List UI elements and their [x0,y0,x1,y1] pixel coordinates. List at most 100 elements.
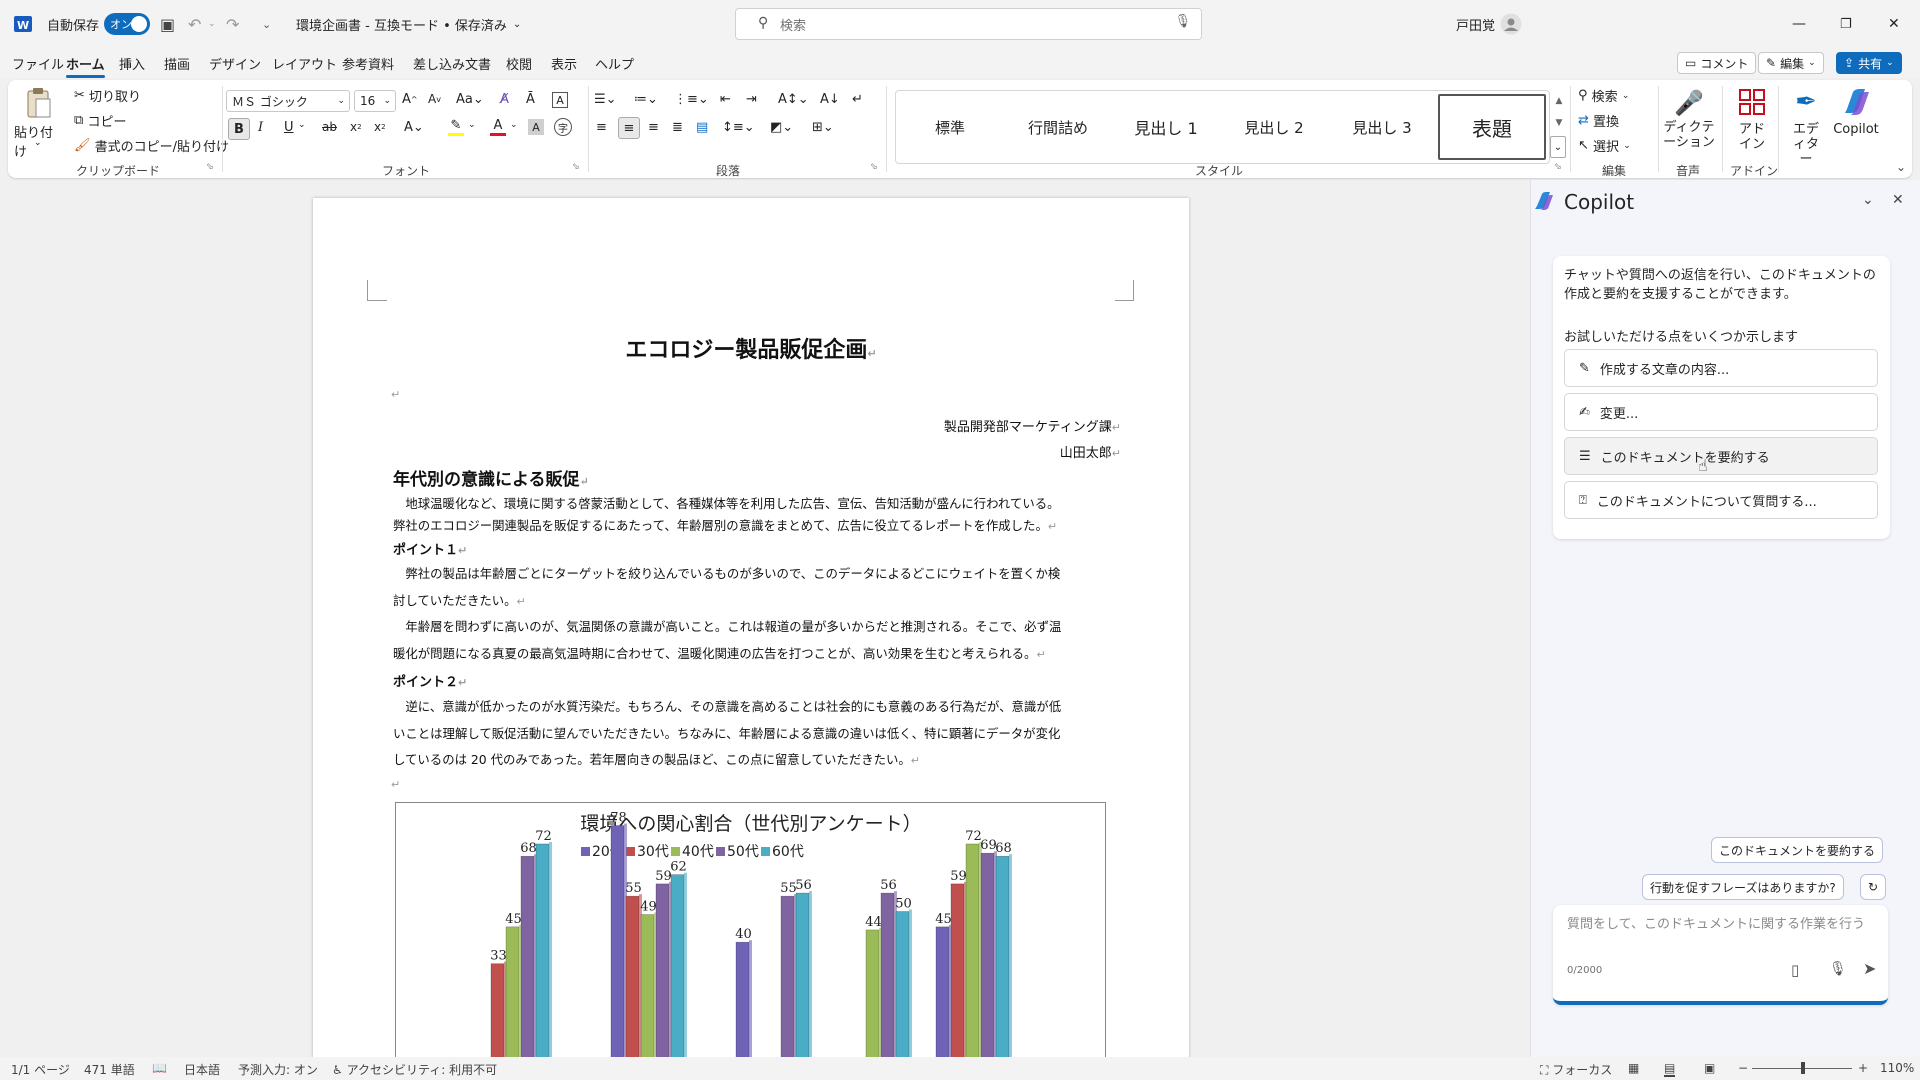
customize-qat-icon[interactable]: ⌄ [262,0,271,48]
paragraph-line[interactable]: 暖化が問題になる真夏の最高気温時期に合わせて、温暖化関連の広告を打つことが、高い… [393,644,1046,662]
chevron-down-icon[interactable]: ⌄ [510,120,518,130]
paragraph-line[interactable]: 地球温暖化など、環境に関する啓蒙活動として、各種媒体等を利用した広告、宣伝、告知… [393,494,1059,512]
dialog-launcher-icon[interactable]: ⬂ [1554,162,1562,172]
page-count[interactable]: 1/1 ページ [11,1061,70,1078]
tab-view[interactable]: 表示 [551,54,577,73]
tab-review[interactable]: 校閲 [506,54,532,73]
prompt-guide-icon[interactable]: ▯ [1791,961,1799,979]
sort-icon[interactable]: A↓ [820,92,840,107]
font-color-icon[interactable]: A [490,118,506,136]
edit-mode-button[interactable]: ✎ 編集 ⌄ [1758,52,1824,74]
bold-icon[interactable]: B [228,118,250,140]
enclose-characters-icon[interactable]: 字 [554,118,572,136]
tab-references[interactable]: 参考資料 [342,54,394,73]
gallery-down-icon[interactable]: ▼ [1552,112,1566,134]
suggestion-change[interactable]: ✍ 変更... [1564,393,1878,431]
tab-design[interactable]: デザイン [209,54,261,73]
copy-button[interactable]: ⧉ コピー [74,111,126,130]
character-border-icon[interactable]: A [552,92,568,108]
tab-insert[interactable]: 挿入 [119,54,145,73]
paragraph-line[interactable]: 逆に、意識が低かったのが水質汚染だ。もちろん、その意識を高めることは社会的にも意… [393,697,1061,715]
ime-status[interactable]: 予測入力: オン [238,1061,318,1078]
zoom-level[interactable]: 110% [1880,1061,1914,1075]
microphone-icon[interactable]: 🎙 [1174,14,1191,29]
paste-icon[interactable] [20,86,56,120]
zoom-out-icon[interactable]: − [1738,1061,1748,1075]
show-marks-icon[interactable]: ↵ [852,92,863,107]
bullets-icon[interactable]: ☰⌄ [594,92,617,107]
copilot-button[interactable]: Copilot [1833,122,1879,137]
paragraph-line[interactable]: 討していただきたい。↵ [393,591,526,609]
font-size-select[interactable]: 16 ⌄ [354,90,396,112]
clear-formatting-icon[interactable]: A̸ [500,92,509,107]
editor-icon[interactable]: ✒ [1790,86,1822,118]
tab-home[interactable]: ホーム [66,54,105,78]
search-box[interactable]: ⚲ 検索 🎙 [735,8,1202,40]
cta-chip[interactable]: 行動を促すフレーズはありますか? [1642,874,1844,900]
borders-icon[interactable]: ⊞⌄ [812,120,834,135]
avatar[interactable] [1500,0,1522,48]
document-page[interactable]: エコロジー製品販促企画↵ ↵ 製品開発部マーケティング課↵ 山田太郎↵ 年代別の… [313,198,1189,1080]
dialog-launcher-icon[interactable]: ⬂ [870,162,878,172]
superscript-icon[interactable]: x2 [374,120,386,134]
line-spacing-icon[interactable]: ↕≡⌄ [722,120,755,135]
paragraph-line[interactable]: しているのは 20 代のみであった。若年層向きの製品ほど、この点に留意していただ… [393,750,920,768]
heading-1[interactable]: 年代別の意識による販促↵ [393,465,589,490]
style-no-spacing[interactable]: 行間詰め [1004,91,1112,163]
align-center-icon[interactable]: ≡ [618,117,640,139]
paragraph-line[interactable]: 年齢層を問わずに高いのが、気温関係の意識が高いこと。これは報道の量が多いからだと… [393,617,1061,635]
undo-dropdown-icon[interactable]: ⌄ [208,0,216,48]
replace-button[interactable]: ⇄ 置換 [1578,111,1619,130]
tab-layout[interactable]: レイアウト [272,54,337,73]
style-heading-2[interactable]: 見出し 2 [1220,91,1328,163]
focus-mode[interactable]: ⛶ フォーカス [1540,1061,1612,1078]
undo-icon[interactable]: ↶ [188,0,201,48]
subscript-icon[interactable]: x2 [350,120,362,134]
zoom-in-icon[interactable]: + [1858,1061,1868,1075]
print-layout-icon[interactable]: ▤ [1664,1061,1676,1077]
suggestion-ask[interactable]: ⍰ このドキュメントについて質問する... [1564,481,1878,519]
character-shading-icon[interactable]: A [528,119,544,135]
gallery-up-icon[interactable]: ▲ [1552,90,1566,112]
suggestion-draft[interactable]: ✎ 作成する文章の内容... [1564,349,1878,387]
autosave-toggle[interactable]: オン [104,0,150,48]
decrease-indent-icon[interactable]: ⇤ [720,92,731,107]
tab-mailings[interactable]: 差し込み文書 [413,54,491,73]
document-title[interactable]: 環境企画書 - 互換モード • 保存済み ⌄ [296,0,521,48]
style-heading-1[interactable]: 見出し 1 [1112,91,1220,163]
paragraph-line[interactable]: いことは理解して販促活動に望んでいただきたい。ちなみに、年齢層による意識の違いは… [393,724,1060,742]
font-name-select[interactable]: ＭＳ ゴシック ⌄ [226,90,350,112]
select-button[interactable]: ↖ 選択 ⌄ [1578,136,1631,155]
phonetic-guide-icon[interactable]: Ā [526,92,535,107]
justify-icon[interactable]: ≣ [672,120,683,135]
text-direction-icon[interactable]: A↕⌄ [778,92,809,107]
microphone-icon[interactable]: 🎤 [1672,86,1706,120]
gallery-expand-icon[interactable]: ⌄ [1550,136,1566,158]
underline-icon[interactable]: U [284,120,294,135]
style-heading-3[interactable]: 見出し 3 [1328,91,1436,163]
collapse-ribbon-icon[interactable]: ⌄ [1896,160,1906,174]
distribute-icon[interactable]: ▤ [696,120,708,135]
dictate-button[interactable]: ディクテーション [1662,120,1716,150]
style-normal[interactable]: 標準 [896,91,1004,163]
chevron-down-icon[interactable]: ⌄ [1862,192,1874,208]
highlight-color-icon[interactable]: ✎ [448,118,464,136]
cut-button[interactable]: ✂ 切り取り [74,86,141,105]
redo-icon[interactable]: ↷ [226,0,239,48]
chevron-down-icon[interactable]: ⌄ [468,120,476,130]
comment-button[interactable]: ▭ コメント [1677,52,1757,74]
tab-help[interactable]: ヘルプ [595,54,634,73]
send-icon[interactable]: ➤ [1863,959,1876,978]
italic-icon[interactable]: I [258,120,263,135]
editor-button[interactable]: エディター [1788,122,1824,167]
format-painter-button[interactable]: 🖌 書式のコピー/貼り付け [74,136,229,155]
paragraph-line[interactable]: 弊社の製品は年齢層ごとにターゲットを絞り込んでいるものが多いので、このデータによ… [393,564,1060,582]
minimize-icon[interactable]: — [1792,0,1806,48]
addins-button[interactable]: アドイン [1736,122,1768,152]
copilot-input-box[interactable]: 質問をして、このドキュメントに関する作業を行う 0/2000 ▯ 🎙 ➤ [1553,905,1888,1005]
dialog-launcher-icon[interactable]: ⬂ [206,162,214,172]
align-left-icon[interactable]: ≡ [596,120,607,135]
shading-icon[interactable]: ◩⌄ [770,120,793,135]
word-count[interactable]: 471 単語 [84,1061,135,1078]
zoom-slider-thumb[interactable] [1801,1062,1805,1074]
